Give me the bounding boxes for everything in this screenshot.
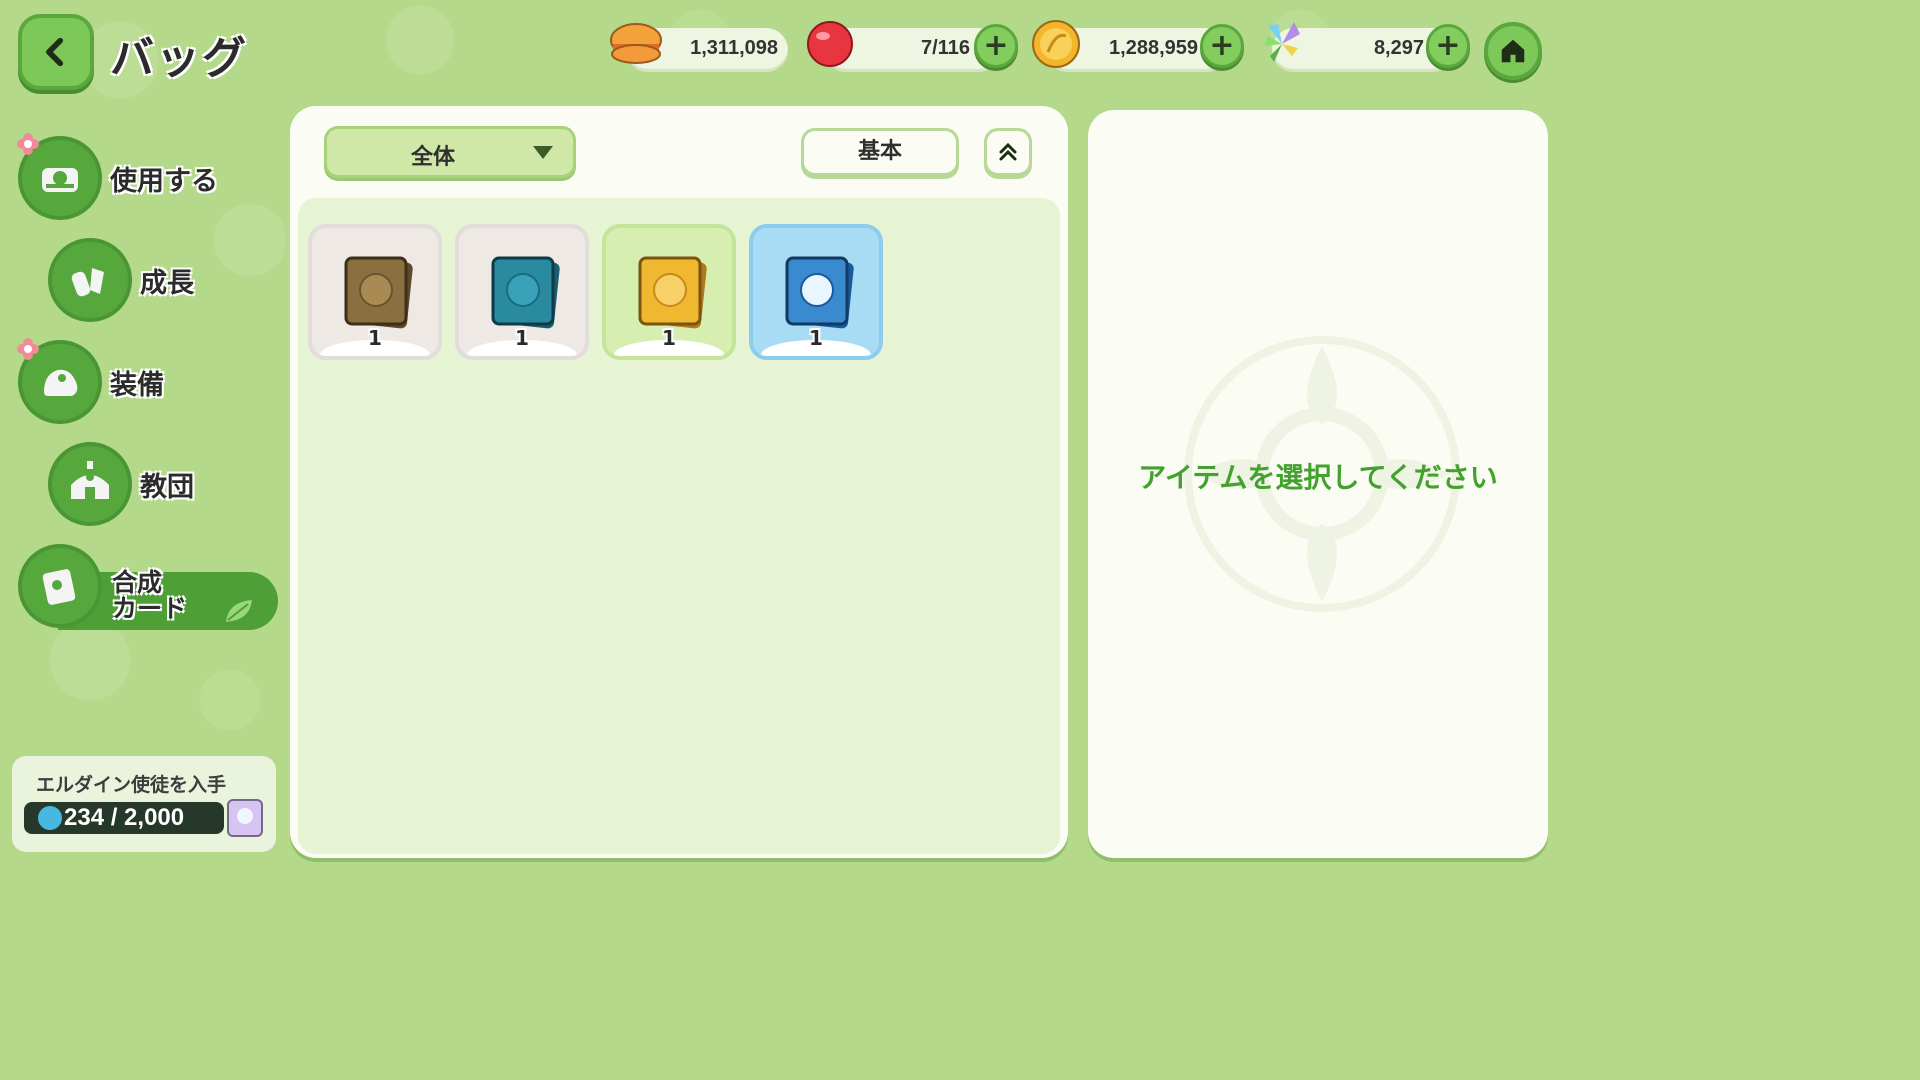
item-slot[interactable]: 1 (749, 224, 883, 360)
add-gold-button[interactable]: + (1200, 24, 1244, 68)
filter-dropdown[interactable]: 全体 (324, 126, 576, 178)
crystal-amount: 8,297 (1373, 37, 1424, 59)
leaf-icon (226, 600, 252, 622)
item-count: 1 (368, 326, 382, 350)
plus-icon: + (1435, 28, 1461, 63)
sort-button[interactable]: 基本 (801, 128, 959, 176)
plus-icon: + (983, 28, 1009, 63)
potion-icon (71, 268, 104, 297)
gem-icon (38, 806, 62, 830)
item-count: 1 (515, 326, 529, 350)
gold-amount: 1,288,959 (1109, 37, 1198, 59)
label-line-2: カード (112, 594, 188, 623)
card-pack-icon (638, 256, 707, 329)
sidebar-circle (48, 238, 132, 322)
chest-icon (42, 168, 78, 192)
home-button[interactable] (1484, 22, 1542, 80)
card-pack-icon (491, 256, 560, 329)
item-list-panel: 全体 基本 1 1 1 1 (290, 106, 1068, 858)
collapse-button[interactable] (984, 128, 1032, 176)
apostle-progress-panel[interactable]: エルダイン使徒を入手 234 / 2,000 (12, 756, 276, 852)
burger-icon (610, 23, 662, 64)
caret-down-icon (533, 146, 553, 159)
item-slot[interactable]: 1 (455, 224, 589, 360)
item-slot[interactable]: 1 (602, 224, 736, 360)
sidebar-item-synthesis-card[interactable]: 合成 カード (18, 544, 278, 630)
add-crystal-button[interactable]: + (1426, 24, 1470, 68)
filter-label: 全体 (411, 145, 456, 170)
gold-coin-icon (1032, 20, 1080, 68)
crystal-flower-icon (1264, 22, 1300, 62)
apostle-card-icon (227, 799, 263, 837)
item-count: 1 (809, 326, 823, 350)
item-slot[interactable]: 1 (308, 224, 442, 360)
candy-amount: 7/116 (921, 37, 970, 59)
burger-amount: 1,311,098 (690, 37, 778, 59)
sidebar-item-label: 装備 (110, 369, 164, 401)
empty-selection-message: アイテムを選択してください (1138, 461, 1498, 494)
home-icon (1501, 39, 1525, 63)
sidebar-item-label: 成長 (140, 267, 194, 299)
currency-burger: 1,311,098 (610, 23, 788, 72)
double-chevron-up-icon (999, 142, 1017, 161)
progress-value: 234 / 2,000 (64, 804, 185, 831)
item-detail-panel: アイテムを選択してください (1088, 110, 1548, 858)
sidebar-item-label: 使用する (110, 165, 218, 197)
item-grid: 1 1 1 1 (298, 198, 1060, 854)
add-candy-button[interactable]: + (974, 24, 1018, 68)
chevron-left-icon (46, 37, 64, 67)
back-button[interactable] (18, 14, 94, 90)
building-icon (71, 461, 109, 499)
plus-icon: + (1209, 28, 1235, 63)
progress-title: エルダイン使徒を入手 (36, 774, 227, 796)
equipment-icon (44, 369, 78, 396)
sidebar-item-label: 教団 (140, 471, 194, 503)
sidebar-item-use[interactable]: 使用する (18, 136, 218, 220)
sidebar-item-label: 合成 カード (112, 570, 187, 622)
item-count: 1 (662, 326, 676, 350)
label-line-1: 合成 (112, 568, 163, 597)
progress-bar: 234 / 2,000 (24, 802, 224, 834)
sidebar-item-growth[interactable]: 成長 (48, 238, 194, 322)
flower-badge-icon (17, 338, 39, 360)
card-pack-icon (785, 256, 854, 329)
card-icon (42, 569, 76, 605)
sidebar-circle (48, 442, 132, 526)
flower-badge-icon (17, 133, 39, 155)
page-title: バッグ (110, 33, 248, 84)
sidebar-circle (18, 544, 102, 628)
candy-icon (807, 21, 853, 67)
card-pack-icon (344, 256, 413, 329)
sidebar-item-order[interactable]: 教団 (48, 442, 194, 526)
